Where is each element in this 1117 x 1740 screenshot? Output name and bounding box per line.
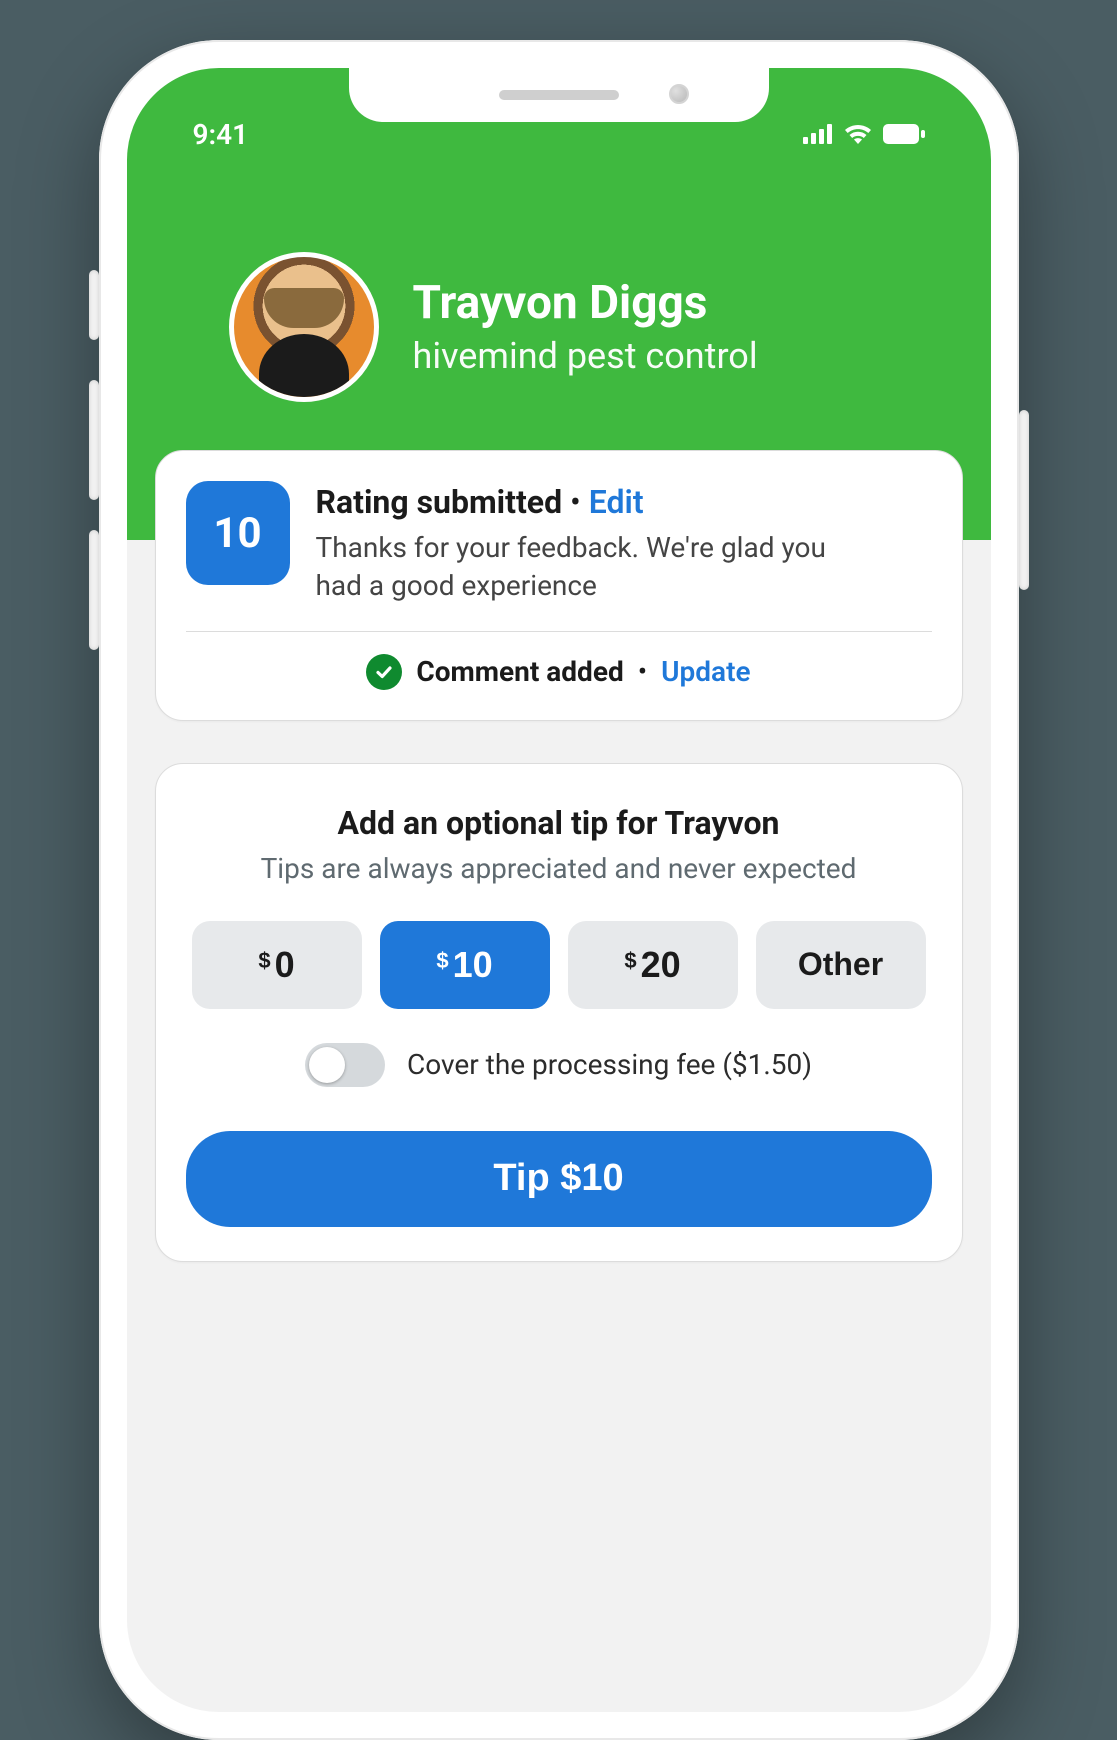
rating-card: 10 Rating submitted • Edit Thanks for yo… xyxy=(155,450,963,721)
rating-row: 10 Rating submitted • Edit Thanks for yo… xyxy=(186,481,932,605)
content-area: 10 Rating submitted • Edit Thanks for yo… xyxy=(127,450,991,1344)
company-name: hivemind pest control xyxy=(413,335,758,377)
profile-block: Trayvon Diggs hivemind pest control xyxy=(175,252,943,402)
currency-symbol: $ xyxy=(258,948,270,974)
profile-text: Trayvon Diggs hivemind pest control xyxy=(413,277,758,378)
separator-dot: • xyxy=(638,655,647,688)
rating-badge: 10 xyxy=(186,481,290,585)
comment-added-row: Comment added • Update xyxy=(186,654,932,690)
tip-amount: 0 xyxy=(275,944,295,986)
currency-symbol: $ xyxy=(624,948,636,974)
speaker-grille xyxy=(499,90,619,100)
tip-card: Add an optional tip for Trayvon Tips are… xyxy=(155,763,963,1262)
tip-option-10[interactable]: $10 xyxy=(380,921,550,1009)
wifi-icon xyxy=(843,123,873,145)
volume-up-button xyxy=(89,380,99,500)
update-comment-link[interactable]: Update xyxy=(661,655,750,688)
tip-amount: 20 xyxy=(641,944,681,986)
comment-added-label: Comment added xyxy=(416,655,623,688)
volume-down-button xyxy=(89,530,99,650)
tip-option-other[interactable]: Other xyxy=(756,921,926,1009)
toggle-knob xyxy=(309,1047,345,1083)
phone-notch xyxy=(349,68,769,122)
tip-option-20[interactable]: $20 xyxy=(568,921,738,1009)
cover-fee-label: Cover the processing fee ($1.50) xyxy=(407,1048,812,1081)
battery-icon xyxy=(883,124,925,144)
rating-description: Thanks for your feedback. We're glad you… xyxy=(316,529,876,605)
rating-title-row: Rating submitted • Edit xyxy=(316,483,876,521)
status-indicators xyxy=(803,123,925,145)
rating-submitted-label: Rating submitted xyxy=(316,483,563,521)
cover-fee-row: Cover the processing fee ($1.50) xyxy=(186,1043,932,1087)
tip-submit-button[interactable]: Tip $10 xyxy=(186,1131,932,1227)
tip-option-0[interactable]: $0 xyxy=(192,921,362,1009)
cellular-icon xyxy=(803,124,833,144)
currency-symbol: $ xyxy=(436,948,448,974)
tip-amount: 10 xyxy=(453,944,493,986)
phone-screen: 9:41 xyxy=(127,68,991,1712)
card-divider xyxy=(186,631,932,632)
separator-dot: • xyxy=(570,483,589,521)
checkmark-icon xyxy=(366,654,402,690)
volume-button xyxy=(89,270,99,340)
edit-rating-link[interactable]: Edit xyxy=(589,483,644,521)
rating-text-block: Rating submitted • Edit Thanks for your … xyxy=(316,481,876,605)
tip-options: $0 $10 $20 Other xyxy=(186,921,932,1009)
front-camera xyxy=(669,84,689,104)
status-time: 9:41 xyxy=(193,118,249,151)
tip-title: Add an optional tip for Trayvon xyxy=(186,804,932,842)
tip-subtitle: Tips are always appreciated and never ex… xyxy=(186,852,932,885)
avatar xyxy=(229,252,379,402)
profile-name: Trayvon Diggs xyxy=(413,277,758,330)
power-button xyxy=(1019,410,1029,590)
phone-device-frame: 9:41 xyxy=(99,40,1019,1740)
cover-fee-toggle[interactable] xyxy=(305,1043,385,1087)
